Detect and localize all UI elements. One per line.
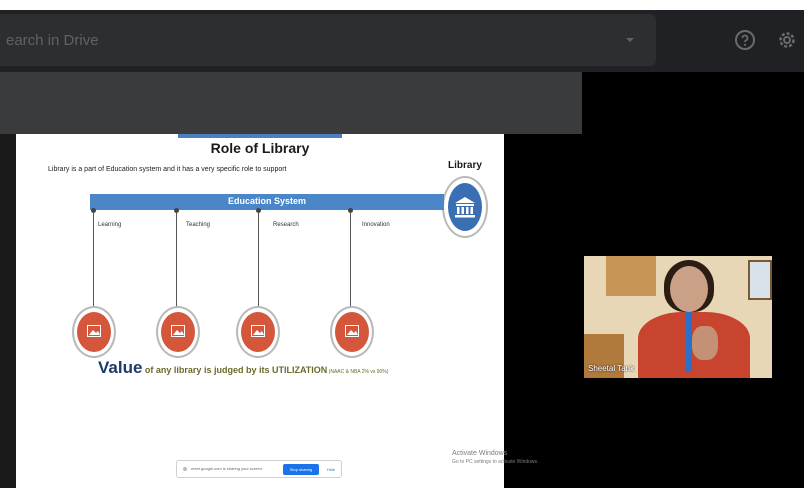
branch-circle-fill	[335, 312, 369, 352]
image-placeholder-icon	[345, 325, 359, 337]
video-person-hand	[692, 326, 718, 360]
screen-share-bar: meet.google.com is sharing your screen. …	[176, 460, 342, 478]
slide-title: Role of Library	[210, 140, 310, 156]
branch-label-innovation: Innovation	[362, 222, 390, 228]
screen: earch in Drive Role of Library Library i…	[0, 0, 804, 488]
watermark-line-1: Activate Windows	[452, 450, 508, 457]
activate-windows-watermark: Activate Windows Go to PC settings to ac…	[452, 450, 538, 465]
branch-circle-fill	[161, 312, 195, 352]
value-rest-text: of any library is judged by its UTILIZAT…	[142, 365, 328, 375]
search-input[interactable]: earch in Drive	[0, 14, 656, 66]
left-dark-edge	[0, 134, 16, 488]
drive-toolbar-band	[0, 72, 582, 134]
branch-label-teaching: Teaching	[186, 222, 211, 228]
branch-line	[93, 212, 94, 308]
share-handle-icon[interactable]	[183, 467, 187, 471]
branch-label-learning: Learning	[98, 222, 122, 228]
library-building-icon	[455, 197, 475, 218]
stop-sharing-button[interactable]: Stop sharing	[283, 464, 319, 475]
video-cabinet	[606, 256, 656, 296]
library-circle-fill	[448, 183, 482, 231]
caret-down-icon[interactable]	[622, 32, 638, 48]
education-system-bar: Education System	[90, 194, 444, 210]
value-word: Value	[98, 358, 143, 377]
branch-line	[176, 212, 177, 308]
hide-button[interactable]: Hide	[323, 464, 339, 475]
branch-line	[258, 212, 259, 308]
video-person-face	[670, 266, 708, 312]
image-placeholder-icon	[87, 325, 101, 337]
branch-line	[350, 212, 351, 308]
watermark-line-2: Go to PC settings to activate Windows.	[452, 459, 539, 465]
image-placeholder-icon	[171, 325, 185, 337]
value-statement: Value of any library is judged by its UT…	[98, 358, 388, 378]
participant-video-tile[interactable]: Sheetal Tank	[584, 256, 772, 378]
video-wall-frame	[748, 260, 772, 300]
library-label: Library	[448, 160, 482, 171]
gear-icon[interactable]	[776, 29, 798, 51]
branch-label-research: Research	[273, 222, 299, 228]
presentation-slide: Role of Library Library is a part of Edu…	[16, 134, 504, 488]
education-system-label: Education System	[227, 196, 307, 206]
value-note: (NAAC & NBA 2% vs 90%)	[327, 369, 389, 375]
image-placeholder-icon	[251, 325, 265, 337]
branch-circle-fill	[77, 312, 111, 352]
slide-title-accent	[178, 134, 342, 138]
share-message: meet.google.com is sharing your screen.	[191, 466, 264, 471]
branch-circle-learning	[72, 306, 116, 358]
library-circle	[442, 176, 488, 238]
search-placeholder: earch in Drive	[6, 32, 99, 49]
branch-circle-fill	[241, 312, 275, 352]
help-icon[interactable]	[734, 29, 756, 51]
branch-circle-teaching	[156, 306, 200, 358]
slide-subtitle: Library is a part of Education system an…	[48, 166, 287, 173]
branch-circle-innovation	[330, 306, 374, 358]
branch-circle-research	[236, 306, 280, 358]
participant-name: Sheetal Tank	[588, 364, 635, 373]
browser-top-strip	[0, 0, 804, 10]
